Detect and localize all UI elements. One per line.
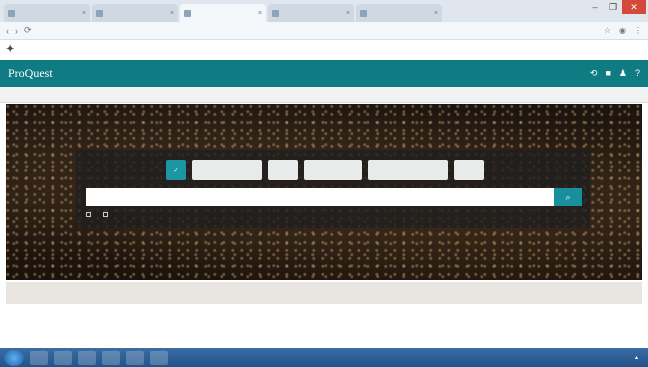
bookmark-star-icon[interactable]: ☆ — [604, 26, 611, 35]
institution-logo-icon: ✦ — [6, 44, 15, 55]
extension-icon[interactable]: ◉ — [619, 26, 626, 35]
start-button[interactable] — [4, 349, 24, 366]
proquest-header: ProQuest ⟲ ■ ♟ ? — [0, 60, 648, 87]
source-button[interactable] — [454, 160, 484, 180]
window-controls: – ❐ ✕ — [586, 0, 646, 14]
close-tab-icon[interactable]: × — [82, 10, 86, 17]
favicon-icon — [272, 9, 279, 17]
browser-tab-active[interactable]: × — [180, 4, 266, 22]
taskbar-item[interactable] — [102, 350, 120, 365]
header-icons: ⟲ ■ ♟ ? — [590, 68, 640, 79]
search-options — [86, 212, 110, 219]
hero-image: ✓ ⌕ — [6, 104, 642, 280]
address-bar: ‹ › ⟳ ☆ ◉ ⋮ — [0, 22, 648, 40]
source-button[interactable] — [304, 160, 362, 180]
minimize-button[interactable]: – — [586, 0, 604, 14]
taskbar-item[interactable] — [150, 350, 168, 365]
taskbar-item[interactable] — [30, 350, 48, 365]
taskbar-item[interactable] — [78, 350, 96, 365]
content-area — [0, 306, 648, 348]
browser-tab[interactable]: × — [4, 4, 90, 22]
checkbox-icon — [103, 212, 108, 217]
history-icon[interactable]: ⟲ — [590, 68, 598, 79]
close-tab-icon[interactable]: × — [258, 10, 262, 17]
checkbox-icon — [86, 212, 91, 217]
favicon-icon — [184, 9, 191, 17]
browser-tab[interactable]: × — [356, 4, 442, 22]
taskbar-item[interactable] — [54, 350, 72, 365]
search-panel: ✓ ⌕ — [76, 150, 590, 228]
source-selector: ✓ — [166, 160, 484, 180]
info-bar — [6, 282, 642, 304]
taskbar: ▴ — [0, 348, 648, 367]
source-button-all[interactable]: ✓ — [166, 160, 186, 180]
search-button[interactable]: ⌕ — [554, 188, 582, 206]
taskbar-item[interactable] — [126, 350, 144, 365]
checkmark-icon: ✓ — [173, 167, 179, 174]
close-tab-icon[interactable]: × — [434, 10, 438, 17]
folder-icon[interactable]: ■ — [605, 68, 610, 79]
browser-tab[interactable]: × — [268, 4, 354, 22]
help-icon[interactable]: ? — [635, 68, 640, 79]
source-button[interactable] — [268, 160, 298, 180]
favicon-icon — [96, 9, 103, 17]
forward-icon[interactable]: › — [15, 26, 18, 36]
browser-actions: ☆ ◉ ⋮ — [604, 26, 642, 35]
search-input[interactable] — [86, 188, 554, 206]
back-icon[interactable]: ‹ — [6, 26, 9, 36]
close-tab-icon[interactable]: × — [346, 10, 350, 17]
option-peer-reviewed[interactable] — [103, 212, 110, 219]
sub-navigation — [0, 87, 648, 103]
reload-icon[interactable]: ⟳ — [24, 25, 32, 36]
user-icon[interactable]: ♟ — [619, 68, 627, 79]
option-full-text[interactable] — [86, 212, 93, 219]
favicon-icon — [360, 9, 367, 17]
favicon-icon — [8, 9, 15, 17]
source-button[interactable] — [368, 160, 448, 180]
browser-tab-strip: × × × × × – ❐ ✕ — [0, 0, 648, 22]
close-window-button[interactable]: ✕ — [622, 0, 646, 14]
close-tab-icon[interactable]: × — [170, 10, 174, 17]
search-icon: ⌕ — [565, 191, 571, 202]
system-tray: ▴ — [635, 354, 644, 361]
source-button[interactable] — [192, 160, 262, 180]
menu-icon[interactable]: ⋮ — [634, 26, 642, 35]
maximize-button[interactable]: ❐ — [604, 0, 622, 14]
network-icon[interactable]: ▴ — [635, 354, 638, 361]
institution-banner: ✦ — [0, 40, 648, 60]
browser-tab[interactable]: × — [92, 4, 178, 22]
proquest-logo[interactable]: ProQuest — [8, 66, 53, 81]
